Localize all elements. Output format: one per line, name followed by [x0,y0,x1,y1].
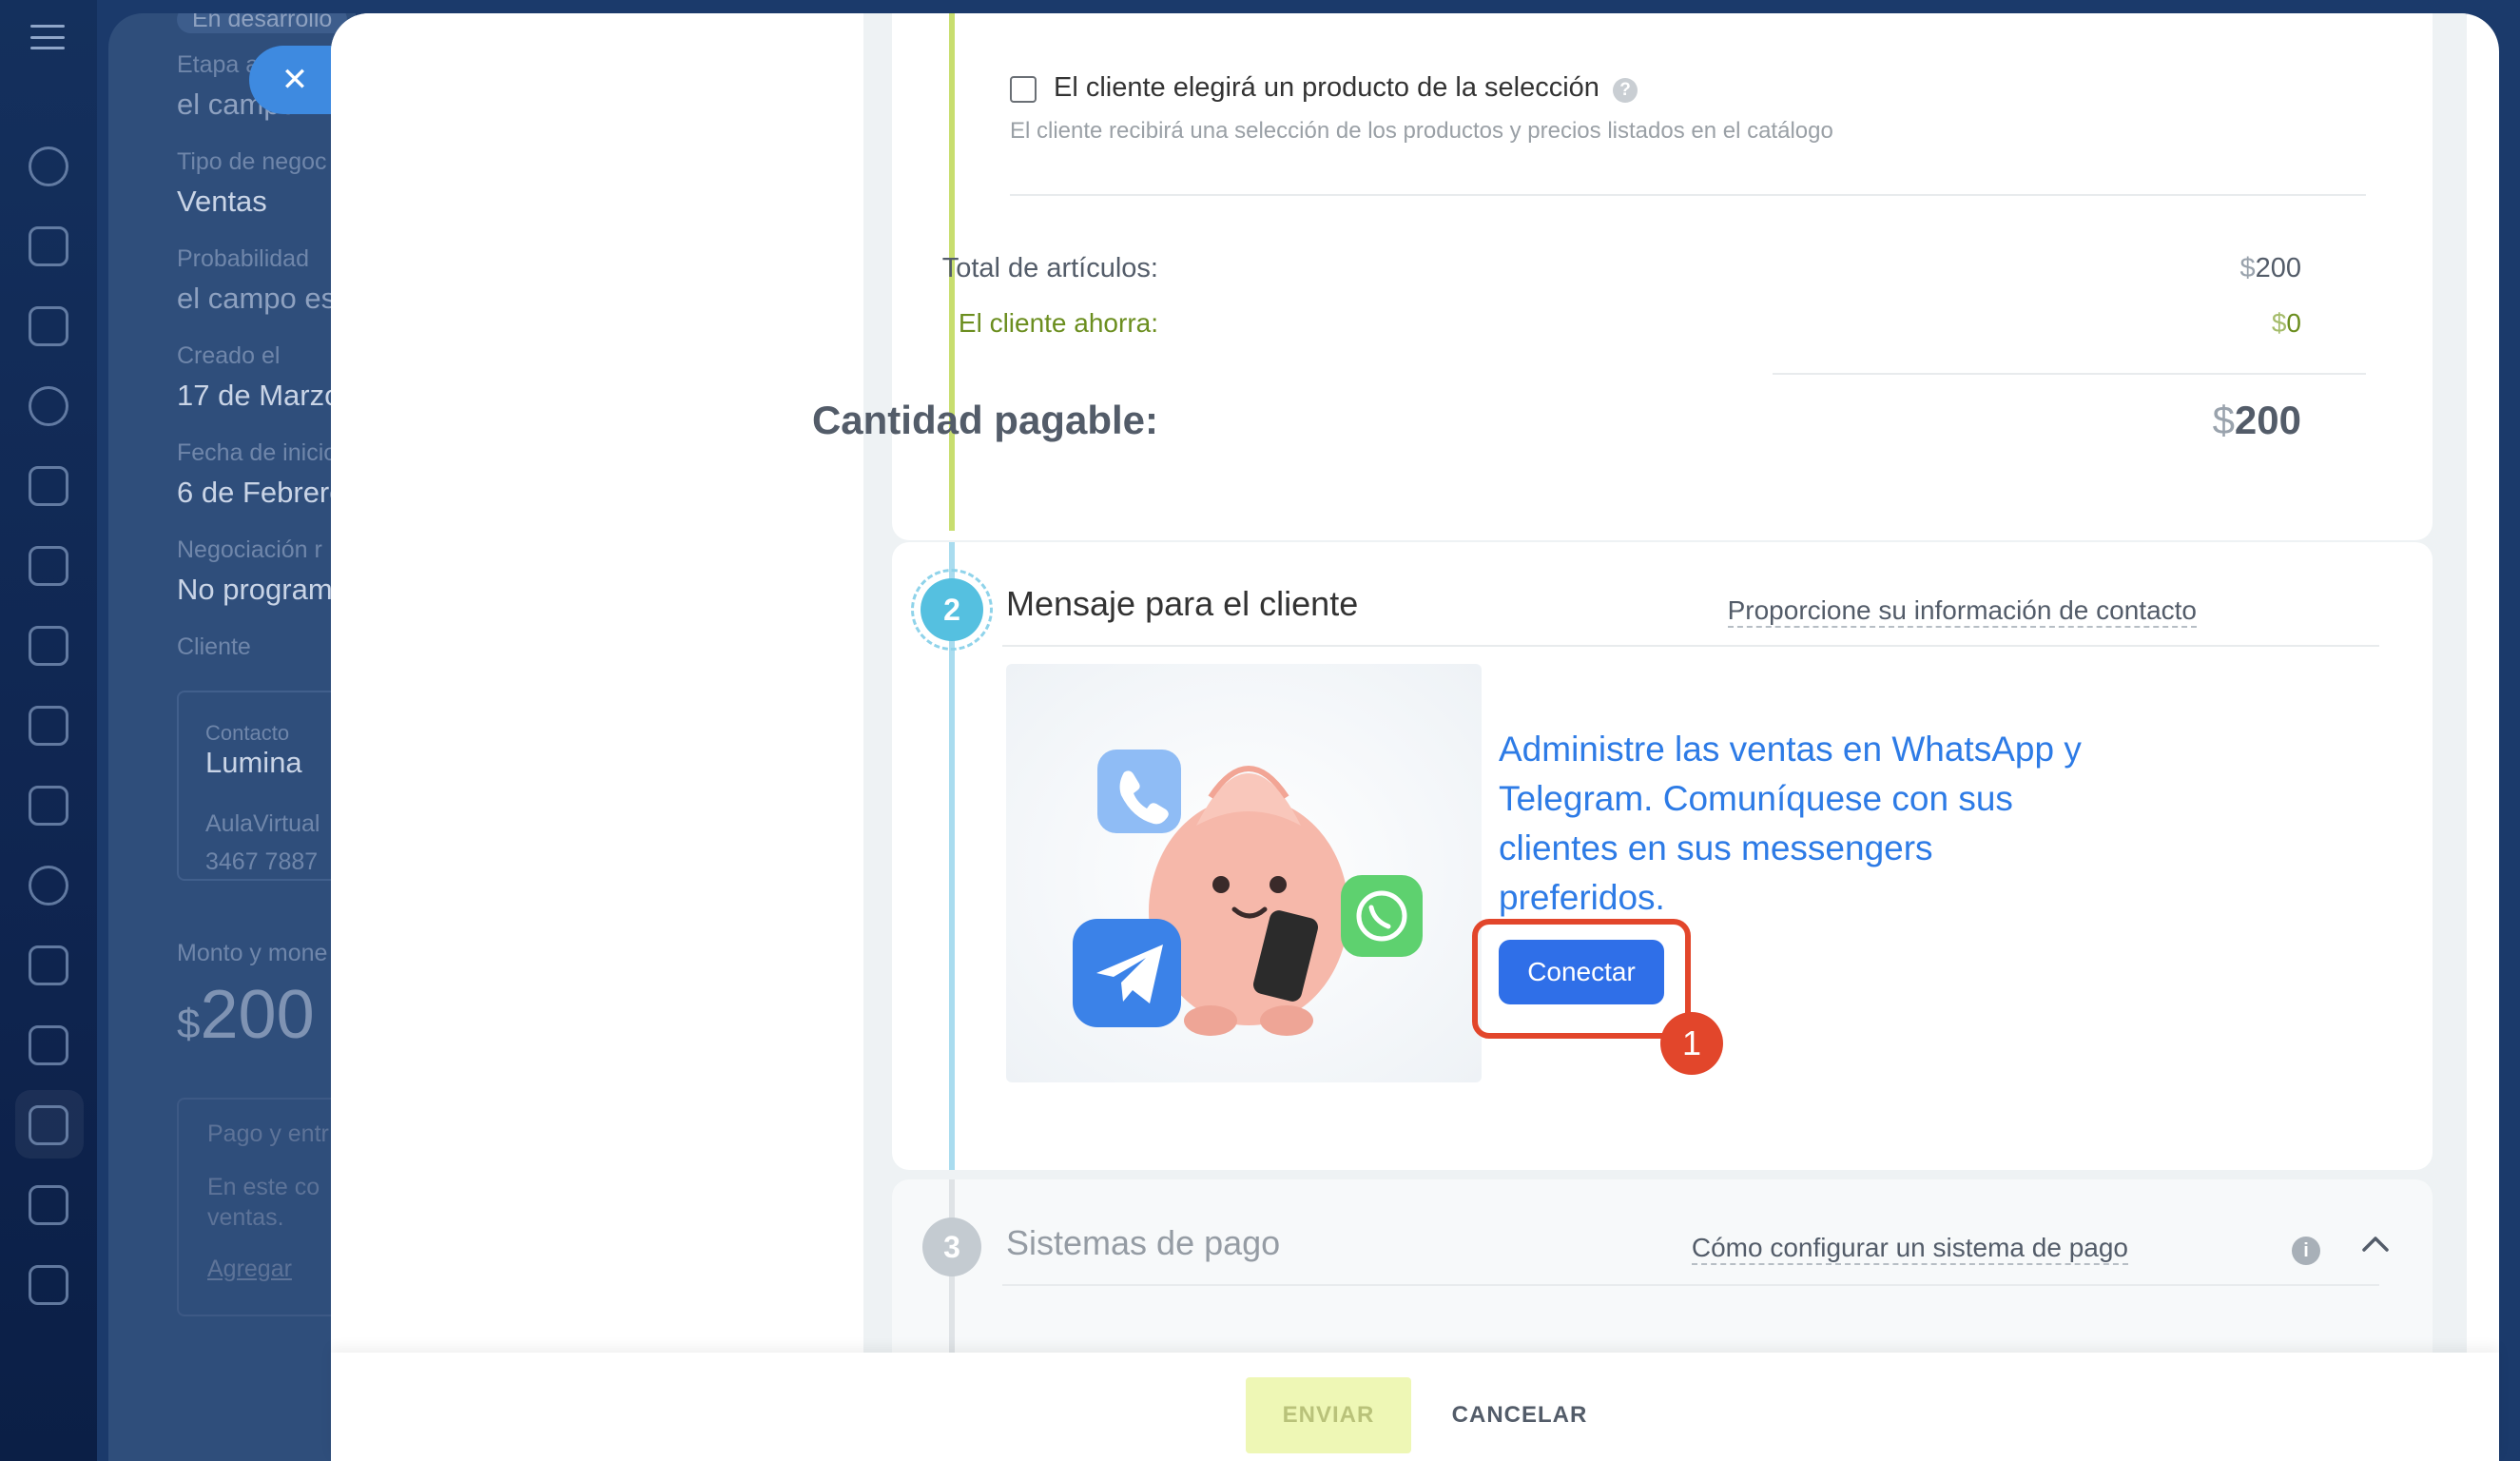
mascot-eye [1270,876,1287,893]
step-number-3: 3 [922,1218,981,1276]
feed-icon[interactable] [29,306,68,346]
payment-text: En este co ventas. [207,1174,320,1231]
payable-label: Cantidad pagable: [811,398,1158,442]
phone-app-icon [1097,750,1181,833]
order-slider: El cliente elegirá un producto de la sel… [331,13,2499,1461]
field-value: Ventas [177,185,267,218]
cancel-button[interactable]: CANCELAR [1434,1377,1605,1453]
message-section-title: Mensaje para el cliente [1006,584,1359,623]
field-value: 17 de Marzo [177,379,341,412]
total-items-value: $200 [2239,253,2301,283]
left-navigation [0,0,97,1461]
filter-icon[interactable] [29,1105,68,1145]
contact-name[interactable]: Lumina [205,746,302,780]
hexagon-icon[interactable] [29,386,68,426]
field-label: Fecha de inicio [177,439,338,466]
mascot-illustration [1073,750,1423,1036]
mascot-eye [1212,876,1230,893]
payment-section-title: Sistemas de pago [1006,1223,1281,1262]
client-label: Cliente [177,633,251,660]
connect-button[interactable]: Conectar [1499,940,1664,1004]
field-label: Probabilidad [177,245,309,272]
slider-footer: ENVIAR CANCELAR [331,1353,2499,1461]
crm-icon[interactable] [29,146,68,186]
divider [1010,194,2366,196]
contact-label: Contacto [205,721,290,745]
checkbox-label[interactable]: El cliente elegirá un producto de la sel… [1054,72,1599,104]
close-icon: ✕ [281,62,309,98]
tasks-icon[interactable] [29,945,68,985]
chat-icon[interactable] [29,226,68,266]
payable-value: $200 [2212,398,2301,442]
info-icon[interactable]: i [2292,1237,2320,1265]
store-icon[interactable] [29,1265,68,1305]
contact-phone: 3467 7887 [205,848,319,875]
field-label: Creado el [177,342,281,369]
checkbox-hint: El cliente recibirá una selección de los… [1010,118,1833,144]
automation-icon[interactable] [29,1025,68,1065]
divider [1002,1284,2379,1286]
contact-company: AulaVirtual [205,810,320,837]
deal-card-background: En desarrollo Etapa a el campo Tipo de n… [108,13,356,1461]
whatsapp-app-icon [1341,875,1423,957]
savings-value: $0 [2271,308,2301,338]
field-value: 6 de Febrero [177,476,346,509]
field-value: No program [177,573,333,606]
product-selection-checkbox[interactable] [1010,76,1037,103]
payment-help-link[interactable]: Cómo configurar un sistema de pago [1691,1233,2128,1265]
deal-amount: $200 [177,977,315,1053]
total-items-label: Total de artículos: [941,253,1158,283]
question-icon[interactable]: ? [1613,78,1638,103]
stage-badge: En desarrollo [177,13,348,33]
payment-box: Pago y entr En este co ventas. Agregar [177,1098,356,1316]
presentation-icon[interactable] [29,626,68,666]
close-button[interactable]: ✕ [249,46,340,114]
messenger-illustration [1006,664,1482,1082]
slider-side-area [331,13,863,1461]
send-button[interactable]: ENVIAR [1246,1377,1411,1453]
divider [1773,373,2366,375]
divider [1002,645,2379,647]
mail-icon[interactable] [29,786,68,826]
calendar-icon[interactable] [29,466,68,506]
savings-label: El cliente ahorra: [958,308,1158,338]
planner-icon[interactable] [29,1185,68,1225]
contact-box[interactable]: Contacto Lumina AulaVirtual 3467 7887 [177,691,356,881]
telegram-app-icon [1073,919,1181,1027]
contact-info-link[interactable]: Proporcione su información de contacto [1727,595,2197,628]
field-value: el campo es [177,282,337,315]
amount-label: Monto y mone [177,940,328,966]
document-icon[interactable] [29,546,68,586]
field-label: Etapa a [177,51,260,78]
payment-add-link[interactable]: Agregar [207,1256,292,1283]
menu-icon[interactable] [30,25,65,49]
field-label: Tipo de negoc [177,148,327,175]
promo-text: Administre las ventas en WhatsApp y Tele… [1499,730,2082,917]
step-number-2: 2 [921,578,983,641]
inventory-icon[interactable] [29,706,68,746]
contacts-icon[interactable] [29,866,68,906]
chevron-up-icon[interactable] [2360,1229,2391,1259]
callout-badge: 1 [1660,1012,1723,1075]
field-label: Negociación r [177,536,322,563]
payment-label: Pago y entr [207,1120,329,1147]
